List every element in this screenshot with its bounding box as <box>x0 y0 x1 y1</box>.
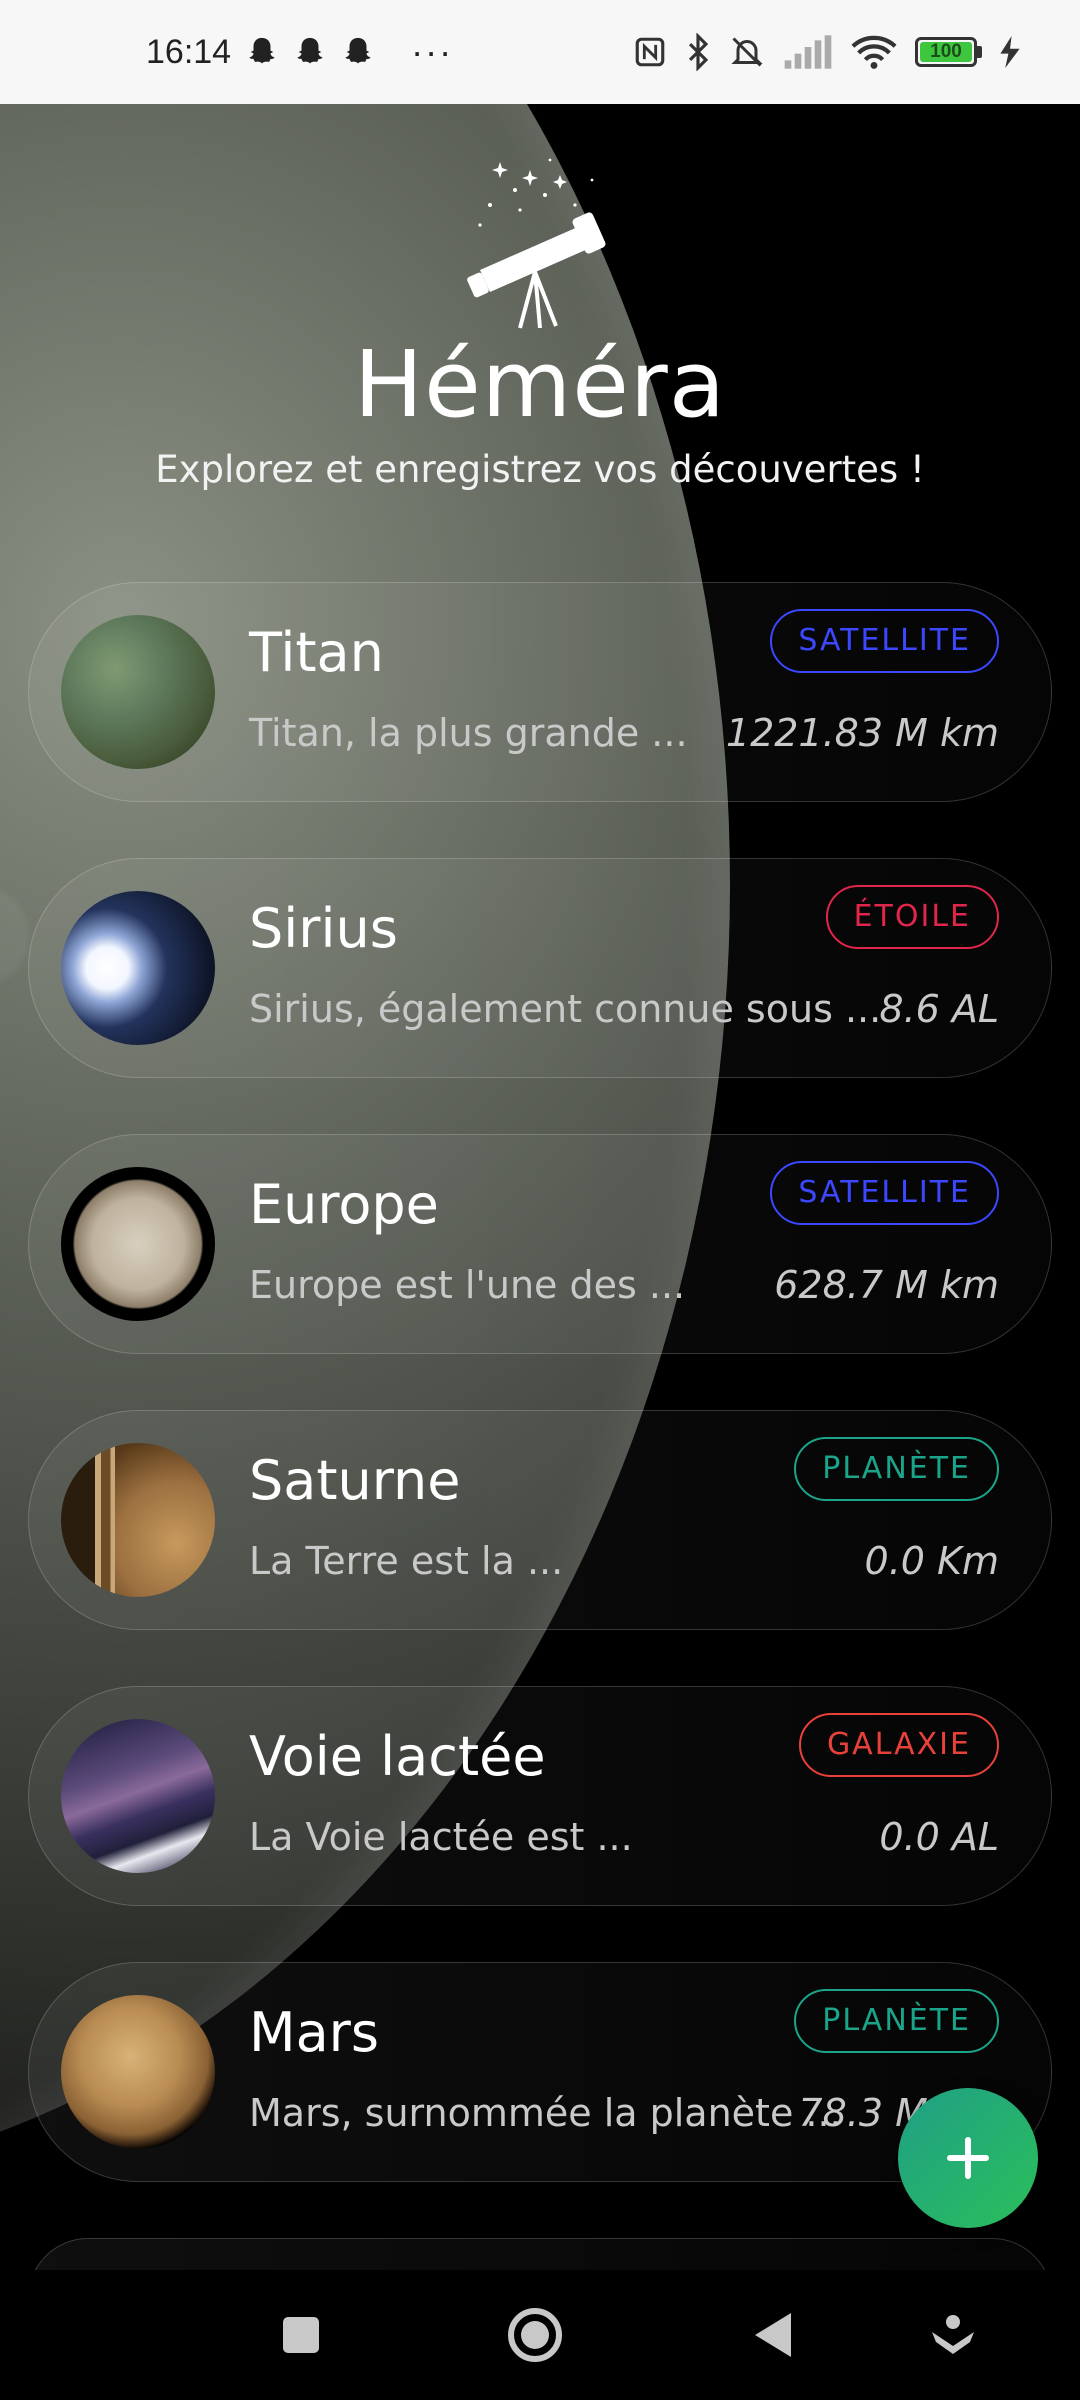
snapchat-ghost-icon <box>249 37 275 64</box>
home-button[interactable] <box>500 2300 570 2370</box>
recents-button[interactable] <box>266 2300 336 2370</box>
snapchat-ghost-icon <box>297 37 323 64</box>
back-triangle-icon <box>755 2313 791 2357</box>
item-distance: 0.0 AL <box>879 1815 999 1859</box>
charging-icon <box>1000 36 1020 68</box>
more-notifications-icon: ··· <box>411 31 454 72</box>
assistant-icon <box>932 2315 974 2354</box>
bell-muted-icon <box>731 37 763 67</box>
item-name: Europe <box>249 1173 439 1236</box>
item-name: Titan <box>249 621 384 684</box>
nfc-icon <box>635 37 665 67</box>
item-name: Saturne <box>249 1449 461 1512</box>
item-description: Mars, surnommée la planète ... <box>249 2091 842 2135</box>
category-badge: SATELLITE <box>770 609 999 673</box>
status-left: 16:14 ··· <box>146 31 453 73</box>
item-name: Voie lactée <box>249 1725 546 1788</box>
item-distance: 1221.83 M km <box>725 711 999 755</box>
item-description: La Voie lactée est ... <box>249 1815 633 1859</box>
add-discovery-button[interactable] <box>898 2088 1038 2228</box>
status-time: 16:14 <box>146 32 232 71</box>
item-name: Sirius <box>249 897 398 960</box>
saturne-thumbnail <box>61 1443 215 1597</box>
back-button[interactable] <box>738 2300 808 2370</box>
voie-lactee-thumbnail <box>61 1719 215 1873</box>
battery-level: 100 <box>920 42 972 62</box>
battery-icon: 100 <box>915 37 982 67</box>
item-distance: 0.0 Km <box>864 1539 999 1583</box>
item-description: La Terre est la ... <box>249 1539 564 1583</box>
category-badge: PLANÈTE <box>794 1437 999 1501</box>
snapchat-ghost-icon <box>345 37 371 64</box>
list-item-sirius[interactable]: Sirius ÉTOILE Sirius, également connue s… <box>28 858 1052 1078</box>
sirius-thumbnail <box>61 891 215 1045</box>
mars-thumbnail <box>61 1995 215 2149</box>
item-distance: 8.6 AL <box>879 987 999 1031</box>
category-badge: PLANÈTE <box>794 1989 999 2053</box>
item-name: Mars <box>249 2001 380 2064</box>
titan-thumbnail <box>61 615 215 769</box>
list-item-europe[interactable]: Europe SATELLITE Europe est l'une des ..… <box>28 1134 1052 1354</box>
recents-square-icon <box>283 2317 319 2353</box>
signal-icon <box>784 35 832 69</box>
europe-thumbnail <box>61 1167 215 1321</box>
list-item-voie-lactee[interactable]: Voie lactée GALAXIE La Voie lactée est .… <box>28 1686 1052 1906</box>
app-subtitle: Explorez et enregistrez vos découvertes … <box>155 448 925 491</box>
assistant-button[interactable] <box>918 2300 988 2370</box>
header: Héméra Explorez et enregistrez vos décou… <box>0 150 1080 491</box>
telescope-icon <box>467 158 606 329</box>
item-description: Titan, la plus grande ... <box>249 711 688 755</box>
category-badge: ÉTOILE <box>825 885 999 949</box>
status-bar: 16:14 ··· 100 <box>0 0 1080 104</box>
system-nav-bar <box>0 2270 1080 2400</box>
home-circle-icon <box>508 2308 562 2362</box>
item-distance: 628.7 M km <box>774 1263 999 1307</box>
bluetooth-icon <box>688 33 709 71</box>
status-right: 100 <box>633 33 1020 71</box>
item-description: Europe est l'une des ... <box>249 1263 686 1307</box>
wifi-icon <box>851 35 897 69</box>
category-badge: SATELLITE <box>770 1161 999 1225</box>
plus-icon <box>947 2137 989 2179</box>
list-item-saturne[interactable]: Saturne PLANÈTE La Terre est la ... 0.0 … <box>28 1410 1052 1630</box>
item-description: Sirius, également connue sous ... <box>249 987 882 1031</box>
app-title: Héméra <box>353 331 727 438</box>
category-badge: GALAXIE <box>798 1713 999 1777</box>
list-item-titan[interactable]: Titan SATELLITE Titan, la plus grande ..… <box>28 582 1052 802</box>
